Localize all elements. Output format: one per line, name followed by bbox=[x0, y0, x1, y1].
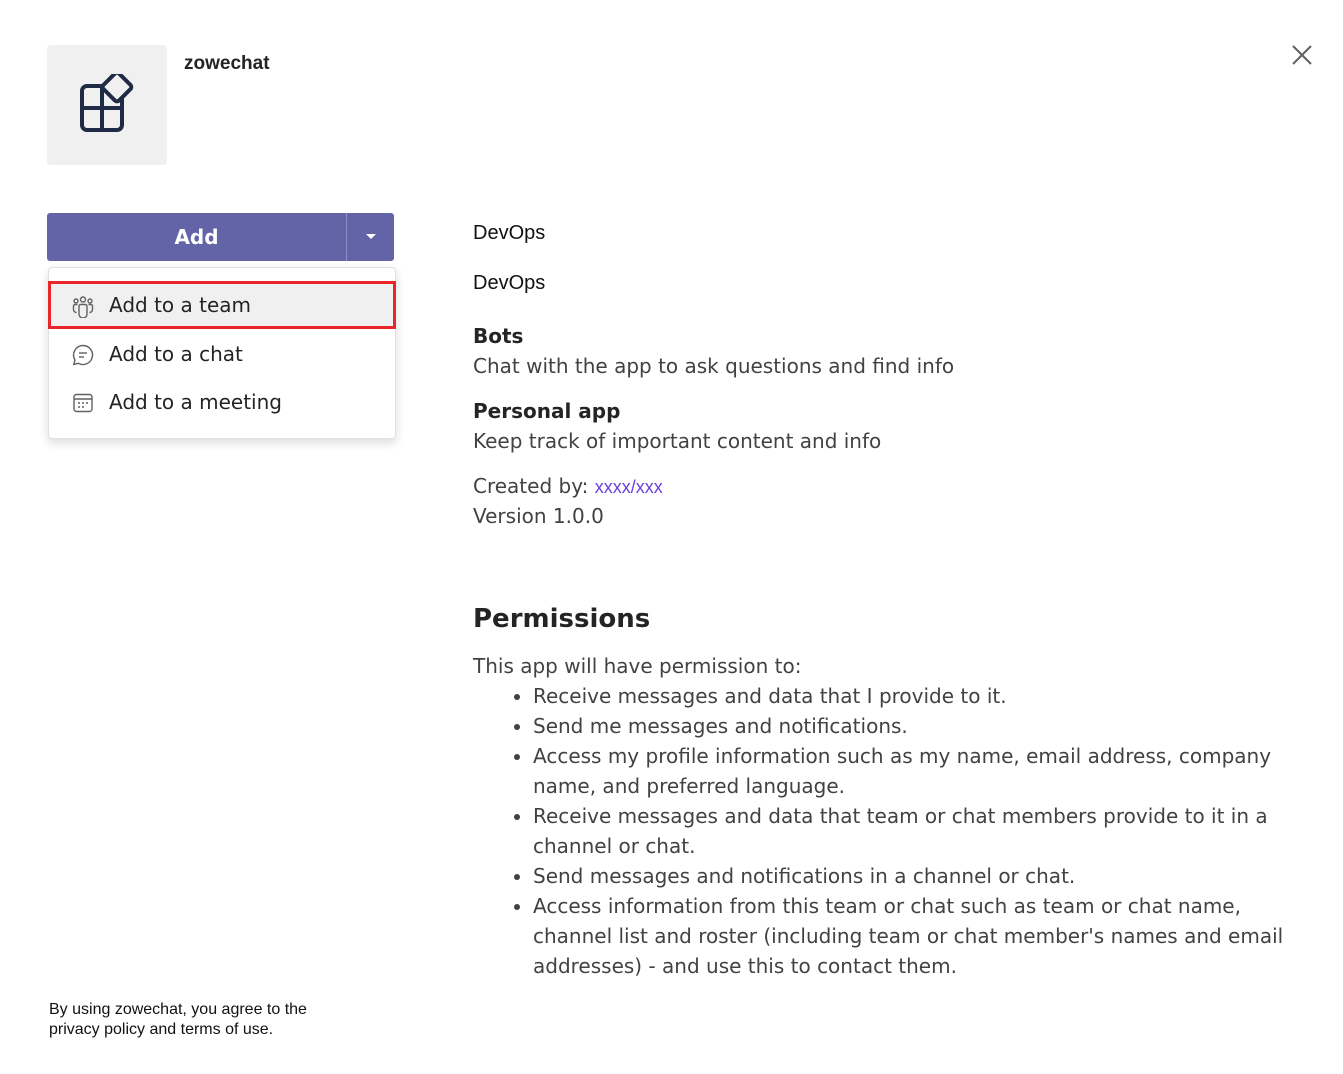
team-icon bbox=[72, 296, 94, 318]
add-split-button: Add bbox=[47, 213, 395, 261]
permission-item: Send messages and notifications in a cha… bbox=[533, 861, 1303, 891]
personal-app-title: Personal app bbox=[473, 399, 621, 423]
permissions-intro: This app will have permission to: bbox=[473, 654, 802, 678]
permission-item: Send me messages and notifications. bbox=[533, 711, 1303, 741]
created-by: Created by: xxxx/xxx bbox=[473, 474, 663, 498]
terms-line-2[interactable]: privacy policy and terms of use. bbox=[49, 1020, 349, 1040]
permissions-list: Receive messages and data that I provide… bbox=[473, 681, 1303, 981]
menu-item-add-to-chat[interactable]: Add to a chat bbox=[49, 331, 395, 377]
add-options-button[interactable] bbox=[346, 213, 394, 261]
apps-add-icon bbox=[80, 74, 134, 132]
permissions-section: This app will have permission to: Receiv… bbox=[473, 651, 1303, 981]
permission-item: Access my profile information such as my… bbox=[533, 741, 1303, 801]
calendar-icon bbox=[73, 393, 93, 413]
created-by-label: Created by: bbox=[473, 474, 589, 498]
version-text: Version 1.0.0 bbox=[473, 504, 604, 528]
chat-icon bbox=[72, 344, 94, 366]
menu-item-label: Add to a team bbox=[109, 293, 252, 317]
permission-item: Access information from this team or cha… bbox=[533, 891, 1303, 981]
menu-item-add-to-team[interactable]: Add to a team bbox=[48, 281, 396, 329]
menu-item-add-to-meeting[interactable]: Add to a meeting bbox=[49, 379, 395, 425]
add-menu: Add to a team Add to a chat Add to a mee… bbox=[48, 267, 396, 439]
caret-down-icon bbox=[365, 234, 376, 239]
bots-description: Chat with the app to ask questions and f… bbox=[473, 354, 955, 378]
category-name: DevOps bbox=[473, 272, 546, 294]
close-icon bbox=[1292, 45, 1312, 65]
terms-line-1: By using zowechat, you agree to the bbox=[49, 1001, 307, 1018]
terms-notice: By using zowechat, you agree to the priv… bbox=[49, 1000, 349, 1040]
menu-item-label: Add to a chat bbox=[109, 342, 243, 366]
created-by-link[interactable]: xxxx/xxx bbox=[595, 477, 663, 497]
app-icon-tile bbox=[47, 45, 167, 165]
close-button[interactable] bbox=[1289, 42, 1315, 68]
permission-item: Receive messages and data that I provide… bbox=[533, 681, 1303, 711]
menu-item-label: Add to a meeting bbox=[109, 390, 282, 414]
bots-title: Bots bbox=[473, 324, 524, 348]
app-name: zowechat bbox=[184, 53, 270, 74]
add-button[interactable]: Add bbox=[47, 213, 346, 261]
permission-item: Receive messages and data that team or c… bbox=[533, 801, 1303, 861]
developer-name: DevOps bbox=[473, 222, 546, 244]
personal-app-description: Keep track of important content and info bbox=[473, 429, 882, 453]
permissions-title: Permissions bbox=[473, 604, 651, 634]
